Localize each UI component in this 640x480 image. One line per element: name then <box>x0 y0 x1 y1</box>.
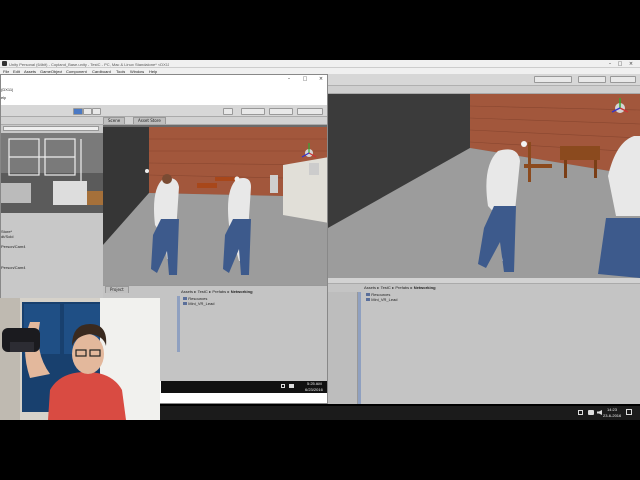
outer-project-panel: Assets ▸ TestC ▸ Prefabs ▸ Networking Re… <box>328 278 640 404</box>
layers-dropdown[interactable] <box>269 108 293 115</box>
tab-asset-store[interactable]: Asset Store <box>133 117 166 124</box>
volume-icon[interactable] <box>597 410 602 415</box>
outer-project-scrollbar[interactable] <box>358 292 361 404</box>
outer-scene-view[interactable] <box>328 86 640 278</box>
inner-menu-area: (DX11) elp <box>1 85 327 105</box>
prefab-icon <box>183 302 187 305</box>
maximize-icon[interactable]: □ <box>301 76 309 82</box>
folder-icon <box>366 293 370 296</box>
webcam-overlay <box>0 298 160 420</box>
taskbar-date: 23-6-2016 <box>603 413 622 418</box>
outer-project-breadcrumb: Assets ▸ TestC ▸ Prefabs ▸ Networking <box>364 285 436 290</box>
taskbar-time: 14:23 <box>607 407 618 412</box>
maximize-icon[interactable]: □ <box>616 61 624 67</box>
inner-project-breadcrumb: Assets ▸ TestC ▸ Prefabs ▸ Networking <box>181 289 253 294</box>
unity-logo-icon <box>2 61 7 66</box>
volume-icon[interactable] <box>289 384 294 388</box>
breadcrumb-testc[interactable]: TestC <box>381 285 391 290</box>
game-view-render <box>1 133 103 213</box>
outer-scene-tab-bar <box>328 86 640 94</box>
breadcrumb-assets[interactable]: Assets <box>364 285 376 290</box>
close-icon[interactable]: × <box>317 76 325 82</box>
inner-toolbar <box>1 105 327 117</box>
close-icon[interactable]: × <box>627 61 635 67</box>
breadcrumb-prefabs[interactable]: Prefabs <box>395 285 409 290</box>
breadcrumb-assets[interactable]: Assets <box>181 289 193 294</box>
inner-menu-help[interactable]: elp <box>1 95 6 100</box>
layout-dropdown[interactable] <box>610 76 636 83</box>
inner-taskbar: 5:25 AM 6/23/2016 <box>161 381 327 393</box>
game-view-thumbnail[interactable] <box>1 133 103 213</box>
inner-scene-render <box>103 127 327 287</box>
notification-icon[interactable] <box>578 410 583 415</box>
list-item[interactable]: Mini_VR_Lead <box>183 301 215 306</box>
list-item[interactable]: Person/Cam4 <box>1 265 103 270</box>
action-center-icon[interactable] <box>626 409 632 415</box>
outer-scene-render <box>328 86 640 278</box>
breadcrumb-prefabs[interactable]: Prefabs <box>212 289 226 294</box>
list-item[interactable]: Person/Cam4 <box>1 244 103 249</box>
list-item[interactable]: dt/Sold <box>1 234 103 239</box>
tab-project[interactable]: Project <box>105 286 129 293</box>
account-dropdown[interactable] <box>241 108 265 115</box>
notification-icon[interactable] <box>281 384 285 388</box>
webcam-feed <box>0 298 160 420</box>
play-button[interactable] <box>73 108 83 115</box>
breadcrumb-networking[interactable]: Networking <box>231 289 253 294</box>
outer-project-folder-tree <box>328 292 358 404</box>
minimize-icon[interactable]: – <box>606 61 614 67</box>
tab-scene[interactable]: Scene <box>103 117 126 124</box>
step-button[interactable] <box>92 108 101 115</box>
list-item-label: Mini_VR_Lead <box>371 297 398 302</box>
inner-title-text: (DX11) <box>1 87 14 92</box>
minimize-icon[interactable]: – <box>285 76 293 82</box>
outer-title-text: Unity Personal (64bit) - Copland_Base.un… <box>9 62 169 67</box>
outer-title-bar: Unity Personal (64bit) - Copland_Base.un… <box>0 60 640 68</box>
folder-icon <box>183 297 187 300</box>
network-icon[interactable] <box>588 410 594 415</box>
list-item[interactable]: Mini_VR_Lead <box>366 297 398 302</box>
inner-title-bar: – □ × <box>1 75 327 85</box>
inner-project-scrollbar[interactable] <box>177 296 180 352</box>
pause-button[interactable] <box>83 108 92 115</box>
outer-project-header <box>328 278 640 284</box>
list-item-label: Mini_VR_Lead <box>188 301 215 306</box>
collab-button[interactable] <box>223 108 233 115</box>
inner-clock-time: 5:25 AM <box>307 381 322 386</box>
scene-tab-bar: Scene Asset Store <box>103 117 327 125</box>
layout-dropdown[interactable] <box>297 108 323 115</box>
collab-button[interactable] <box>534 76 572 83</box>
hierarchy-tab-bar <box>1 117 103 125</box>
hierarchy-search[interactable] <box>3 126 99 131</box>
inner-clock-date: 6/23/2016 <box>305 387 323 392</box>
layers-dropdown[interactable] <box>578 76 606 83</box>
breadcrumb-testc[interactable]: TestC <box>198 289 208 294</box>
breadcrumb-networking[interactable]: Networking <box>414 285 436 290</box>
prefab-icon <box>366 298 370 301</box>
